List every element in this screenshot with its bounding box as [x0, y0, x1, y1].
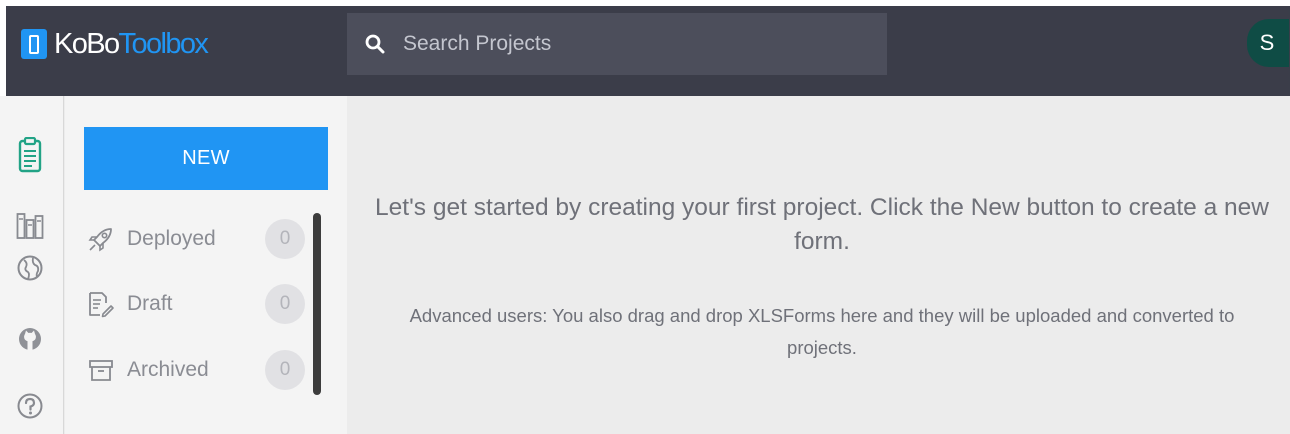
- archive-icon: [87, 356, 115, 384]
- status-label-archived: Archived: [127, 358, 209, 381]
- rocket-icon: [87, 225, 115, 253]
- logo-icon: [21, 29, 47, 59]
- avatar-initial: S: [1259, 30, 1275, 55]
- logo-text: KoBoToolbox: [54, 28, 209, 60]
- status-item-draft[interactable]: Draft 0: [87, 284, 309, 324]
- github-icon[interactable]: [16, 325, 44, 353]
- kobotoolbox-logo[interactable]: KoBoToolbox: [21, 28, 209, 60]
- search-icon: [365, 34, 385, 54]
- library-icon[interactable]: [16, 212, 44, 240]
- search-bar[interactable]: [347, 13, 887, 75]
- sidebar-scrollbar[interactable]: [313, 213, 321, 395]
- status-count-deployed: 0: [265, 219, 305, 259]
- user-avatar[interactable]: S: [1247, 19, 1289, 67]
- empty-state-subtext: Advanced users: You also drag and drop X…: [409, 305, 1235, 358]
- search-input[interactable]: [403, 13, 863, 75]
- clipboard-icon[interactable]: [16, 137, 44, 173]
- globe-icon[interactable]: [16, 254, 44, 282]
- status-item-deployed[interactable]: Deployed 0: [87, 219, 309, 259]
- help-icon[interactable]: [16, 392, 44, 420]
- draft-icon: [87, 290, 115, 318]
- empty-state-heading: Let's get started by creating your first…: [375, 194, 1269, 255]
- new-project-button[interactable]: NEW: [84, 127, 328, 190]
- status-label-draft: Draft: [127, 292, 173, 315]
- projects-drop-area[interactable]: [348, 96, 1290, 434]
- status-label-deployed: Deployed: [127, 227, 216, 250]
- status-item-archived[interactable]: Archived 0: [87, 350, 309, 390]
- status-count-draft: 0: [265, 284, 305, 324]
- status-count-archived: 0: [265, 350, 305, 390]
